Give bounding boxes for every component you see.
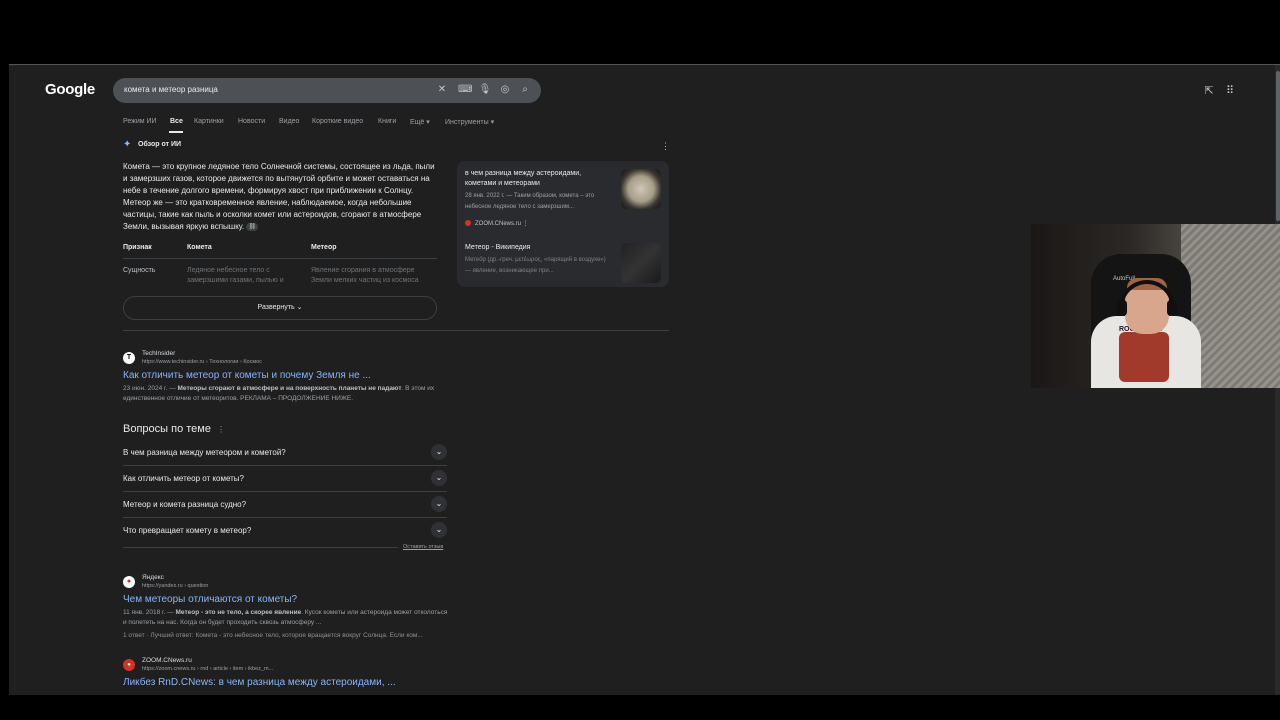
result-extra[interactable]: 1 ответ · Лучший ответ: Комета - это неб… (123, 631, 449, 641)
ai-overview-heading: Обзор от ИИ (138, 141, 182, 148)
paa-question[interactable]: Что превращает комету в метеор? ⌄ (123, 518, 447, 544)
headphone-left (1117, 300, 1127, 316)
tab-images[interactable]: Картинки (194, 118, 224, 125)
table-cell-comet: Ледяное небесное тело с замерзшими газам… (187, 267, 284, 284)
paa-heading: Вопросы по теме (123, 423, 211, 435)
tab-tools[interactable]: Инструменты ▾ (445, 118, 494, 126)
feedback-link[interactable]: Оставить отзыв (403, 544, 443, 550)
headphone-right (1167, 300, 1177, 316)
table-cell-meteor: Явление сгорания в атмосфере Земли мелки… (311, 267, 419, 284)
result-url[interactable]: https://zoom.cnews.ru › rnd › article › … (142, 666, 273, 672)
paa-question-text: Что превращает комету в метеор? (123, 526, 252, 535)
result-date: 23 июн. 2024 г. — (123, 385, 178, 392)
result-site: Яндекс (142, 574, 164, 581)
paa-question-text: Метеор и комета разница судно? (123, 500, 247, 509)
search-result: ● Яндекс https://yandex.ru › question Че… (123, 574, 449, 644)
result-title[interactable]: Чем метеоры отличаются от кометы? (123, 594, 297, 605)
result-title[interactable]: Как отличить метеор от кометы и почему З… (123, 370, 371, 381)
ai-overview-text: Комета — это крупное ледяное тело Солнеч… (123, 161, 441, 233)
chevron-down-icon: ⌄ (296, 304, 303, 311)
techinsider-favicon-icon: T (123, 352, 135, 364)
card-title[interactable]: в чем разница между астероидами, кометам… (465, 169, 605, 189)
active-tab-indicator (169, 131, 183, 133)
result-url[interactable]: https://yandex.ru › question (142, 583, 208, 589)
tab-ai-mode[interactable]: Режим ИИ (123, 118, 157, 125)
tab-short-video[interactable]: Короткие видео (312, 118, 363, 125)
search-icon[interactable]: ⌕ (518, 83, 532, 97)
paa-question[interactable]: В чем разница между метеором и кометой? … (123, 440, 447, 466)
card-snippet-2: Метео́р (др.-греч. μετέωρος, «парящий в … (465, 257, 606, 274)
expand-label: Развернуть (257, 304, 295, 311)
result-snippet: 23 июн. 2024 г. — Метеоры сгорают в атмо… (123, 384, 449, 404)
card-snippet: 28 янв. 2022 г. — Таким образом, комета … (465, 193, 595, 210)
result-site: TechInsider (142, 350, 176, 357)
keyboard-icon[interactable]: ⌨ (458, 83, 472, 97)
google-logo[interactable]: Google (45, 81, 95, 98)
meteor-thumbnail (621, 243, 661, 283)
microphone-icon[interactable]: 🎙 (478, 83, 492, 97)
sparkle-icon: ✦ (123, 139, 132, 150)
apps-grid-icon[interactable]: ⠿ (1223, 84, 1237, 97)
paa-question-text: Как отличить метеор от кометы? (123, 474, 244, 483)
search-result: T TechInsider https://www.techinsider.ru… (123, 350, 449, 410)
paa-question-text: В чем разница между метеором и кометой? (123, 448, 286, 457)
table-header-meteor: Метеор (311, 244, 337, 251)
result-snippet-bold: Метеор - это не тело, а скорее явление (175, 609, 302, 616)
more-options-icon[interactable]: ⋮ (217, 425, 225, 434)
paa-question[interactable]: Метеор и комета разница судно? ⌄ (123, 492, 447, 518)
tab-news[interactable]: Новости (238, 118, 265, 125)
result-snippet-bold: Метеоры сгорают в атмосфере и на поверхн… (177, 385, 402, 392)
tab-video[interactable]: Видео (279, 118, 299, 125)
tab-books[interactable]: Книги (378, 118, 396, 125)
card-title-2[interactable]: Метеор - Википедия (465, 243, 605, 253)
lens-icon[interactable]: ◎ (498, 83, 512, 97)
webcam-overlay: AutoFull ROCKETBOY (1031, 224, 1280, 388)
section-divider (123, 330, 669, 331)
tab-all[interactable]: Все (170, 118, 183, 125)
result-snippet: 11 янв. 2018 г. — Метеор - это не тело, … (123, 608, 449, 628)
search-input[interactable]: комета и метеор разница (124, 85, 218, 94)
chevron-down-icon[interactable]: ⌄ (431, 522, 447, 538)
table-header-comet: Комета (187, 244, 212, 251)
paa-question[interactable]: Как отличить метеор от кометы? ⌄ (123, 466, 447, 492)
ai-overview-paragraph: Комета — это крупное ледяное тело Солнеч… (123, 162, 435, 231)
search-result: ● ZOOM.CNews.ru https://zoom.cnews.ru › … (123, 657, 449, 693)
share-icon[interactable]: ⇱ (1202, 84, 1216, 97)
scrollbar-thumb[interactable] (1276, 71, 1280, 221)
zoom-favicon-icon: ● (123, 659, 135, 671)
chevron-down-icon[interactable]: ⌄ (431, 470, 447, 486)
ai-source-card[interactable]: в чем разница между астероидами, кометам… (457, 161, 669, 287)
result-date: 11 янв. 2018 г. — (123, 609, 176, 616)
chevron-down-icon[interactable]: ⌄ (431, 444, 447, 460)
result-title[interactable]: Ликбез RnD.CNews: в чем разница между ас… (123, 677, 396, 688)
result-url[interactable]: https://www.techinsider.ru › Технологии … (142, 359, 262, 365)
more-options-icon[interactable]: ⋮ (661, 141, 670, 152)
yandex-favicon-icon: ● (123, 576, 135, 588)
tab-more[interactable]: Ещё ▾ (410, 118, 430, 126)
card-source: ZOOM.CNews.ru ⋮ (465, 220, 529, 227)
table-header-feature: Признак (123, 244, 152, 251)
expand-button[interactable]: Развернуть ⌄ (123, 296, 437, 320)
link-icon[interactable]: ⛓ (246, 222, 259, 231)
chevron-down-icon[interactable]: ⌄ (431, 496, 447, 512)
table-divider (123, 258, 437, 259)
feedback-divider (123, 547, 398, 548)
card-source-name: ZOOM.CNews.ru (475, 221, 522, 227)
asteroid-thumbnail (621, 169, 661, 209)
clear-icon[interactable]: ✕ (435, 83, 449, 97)
search-box[interactable]: комета и метеор разница ✕ ⌨ 🎙 ◎ ⌕ (113, 78, 541, 103)
zoom-favicon-icon (465, 220, 471, 227)
shirt-print (1119, 332, 1169, 382)
result-site: ZOOM.CNews.ru (142, 657, 192, 664)
